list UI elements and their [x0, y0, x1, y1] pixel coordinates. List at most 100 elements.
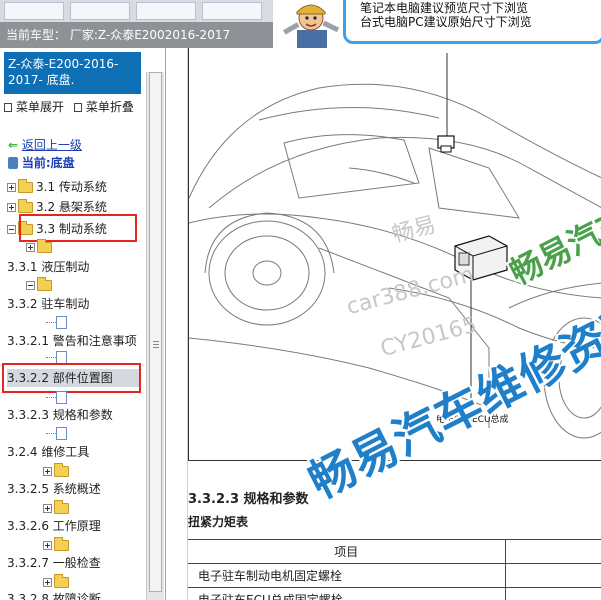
- thumbnail-tab[interactable]: [4, 2, 64, 20]
- figure-callout: 电子驻车ECU总成: [436, 415, 509, 425]
- folder-icon: [54, 463, 69, 477]
- section-heading: 3.3.2.3 规格和参数: [188, 492, 309, 507]
- tree-connector: [46, 397, 56, 398]
- folder-icon: [54, 500, 69, 514]
- folder-icon: [18, 179, 33, 193]
- notice-line: 笔记本电脑建议预览尺寸下浏览: [360, 1, 529, 15]
- table-header-row: 项目: [188, 539, 601, 564]
- tree-leaf[interactable]: [46, 389, 67, 407]
- tree-leaf[interactable]: [46, 425, 67, 443]
- notice-line: 台式电脑PC建议原始尺寸下浏览: [360, 15, 532, 29]
- tree-item-label: 3.3.2.7 一般检查: [7, 556, 101, 570]
- tree-node[interactable]: [43, 462, 72, 480]
- tree-item-3-3-1[interactable]: 3.3.1 液压制动: [7, 258, 89, 276]
- tree-item-label: 3.2.4 维修工具: [7, 445, 90, 459]
- highlight-box: [2, 363, 141, 393]
- document-viewer[interactable]: 电子驻车ECU总成 3.3.2.3 规格和参数 扭紧力矩表 项目 电子驻车制动电…: [166, 48, 601, 600]
- tree-item-3-3-2[interactable]: 3.3.2 驻车制动: [7, 295, 89, 313]
- tree-item-label: 3.3.2.5 系统概述: [7, 482, 101, 496]
- tree-leaf[interactable]: [46, 314, 67, 332]
- expand-icon[interactable]: [7, 183, 16, 192]
- current-model-label: 当前车型： 厂家:Z-众泰E2002016-2017: [0, 22, 273, 48]
- tree-item-label: 3.2 悬架系统: [36, 200, 107, 214]
- tree-node[interactable]: [43, 573, 72, 591]
- document-icon: [56, 427, 67, 440]
- menu-icon: [73, 103, 82, 112]
- expand-icon[interactable]: [43, 578, 52, 587]
- document-title-line: 2017- 底盘.: [8, 73, 75, 87]
- viewing-notice: 笔记本电脑建议预览尺寸下浏览 台式电脑PC建议原始尺寸下浏览: [343, 0, 601, 44]
- thumbnail-tab[interactable]: [202, 2, 262, 20]
- back-arrow-icon: ⇐: [8, 138, 19, 152]
- folder-icon: [18, 199, 33, 213]
- sidebar-scrollbar[interactable]: [146, 72, 164, 600]
- collapse-icon[interactable]: [7, 225, 16, 234]
- collapse-all-button[interactable]: 菜单折叠: [73, 100, 134, 114]
- tree-connector: [46, 322, 56, 323]
- mechanic-mascot-icon: [273, 0, 343, 48]
- expand-icon[interactable]: [43, 504, 52, 513]
- table-row: 电子驻车制动电机固定螺栓: [188, 563, 601, 588]
- expand-icon[interactable]: [7, 203, 16, 212]
- expand-icon[interactable]: [43, 541, 52, 550]
- table-header-cell: 项目: [188, 539, 505, 564]
- table-title: 扭紧力矩表: [188, 515, 249, 529]
- tree-item-label: 3.3.2.8 故障诊断: [7, 592, 101, 600]
- tree-node[interactable]: [43, 536, 72, 554]
- table-cell: 电子驻车制动电机固定螺栓: [188, 563, 505, 588]
- grip-line: [153, 347, 159, 348]
- grip-line: [153, 344, 159, 345]
- current-location-label: 当前:底盘: [21, 156, 75, 170]
- tree-item-3-3-2-5[interactable]: 3.3.2.5 系统概述: [7, 480, 101, 498]
- tree-item-3-1[interactable]: 3.1 传动系统: [7, 178, 107, 196]
- expand-icon[interactable]: [26, 243, 35, 252]
- thumbnail-tab[interactable]: [136, 2, 196, 20]
- expand-icon[interactable]: [43, 467, 52, 476]
- table-row: 电子驻车ECU总成固定螺栓: [188, 587, 601, 600]
- grip-line: [153, 341, 159, 342]
- torque-table: 项目 电子驻车制动电机固定螺栓 电子驻车ECU总成固定螺栓: [188, 539, 601, 600]
- tree-item-3-3-2-4[interactable]: 3.2.4 维修工具: [7, 443, 89, 461]
- navigation-tree: ⇐ 返回上一级 当前:底盘 3.1 传动系统 3.2 悬架系统 3.3 制动系统…: [0, 134, 146, 600]
- expand-all-button[interactable]: 菜单展开: [4, 100, 64, 114]
- thumbnail-tab[interactable]: [70, 2, 130, 20]
- folder-icon: [37, 277, 52, 291]
- document-title-line: Z-众泰-E200-2016-: [8, 57, 119, 71]
- scrollbar-thumb[interactable]: [149, 72, 162, 592]
- component-location-figure: [188, 48, 601, 461]
- table-cell: [504, 563, 601, 588]
- tree-connector: [46, 433, 56, 434]
- car-line-drawing: [188, 53, 601, 439]
- document-icon: [56, 391, 67, 404]
- menu-icon: [4, 103, 12, 112]
- folder-icon: [37, 239, 52, 253]
- database-icon: [8, 157, 18, 169]
- tree-node[interactable]: [26, 238, 55, 256]
- expand-all-label: 菜单展开: [16, 100, 65, 114]
- parking-motor-component-icon: [437, 135, 455, 153]
- tree-item-3-3-2-1[interactable]: 3.3.2.1 警告和注意事项: [7, 332, 137, 350]
- current-location: 当前:底盘: [8, 154, 75, 172]
- back-link[interactable]: ⇐ 返回上一级: [8, 136, 82, 154]
- page-gutter: [166, 48, 188, 600]
- tree-node[interactable]: [43, 499, 72, 517]
- tree-item-3-3-2-6[interactable]: 3.3.2.6 工作原理: [7, 517, 101, 535]
- tree-item-3-3-2-7[interactable]: 3.3.2.7 一般检查: [7, 554, 101, 572]
- thumbnail-strip: [0, 0, 273, 22]
- top-bar: 当前车型： 厂家:Z-众泰E2002016-2017 笔记本电脑建议预览尺寸下浏…: [0, 0, 601, 48]
- collapse-icon[interactable]: [26, 281, 35, 290]
- tree-item-3-3-2-8[interactable]: 3.3.2.8 故障诊断: [7, 590, 101, 600]
- document-title: Z-众泰-E200-2016- 2017- 底盘.: [4, 52, 141, 94]
- collapse-all-label: 菜单折叠: [85, 100, 134, 114]
- tree-item-label: 3.3.2.3 规格和参数: [7, 408, 113, 422]
- table-cell: 电子驻车ECU总成固定螺栓: [188, 587, 505, 600]
- tree-node[interactable]: [26, 276, 55, 294]
- tree-item-label: 3.3.2 驻车制动: [7, 297, 90, 311]
- tree-controls: 菜单展开 菜单折叠: [4, 98, 144, 116]
- folder-icon: [54, 537, 69, 551]
- tree-item-label: 3.1 传动系统: [36, 180, 107, 194]
- tree-item-label: 3.3.2.6 工作原理: [7, 519, 101, 533]
- tree-item-3-3-2-3[interactable]: 3.3.2.3 规格和参数: [7, 406, 113, 424]
- folder-icon: [54, 574, 69, 588]
- back-link-label: 返回上一级: [21, 138, 82, 152]
